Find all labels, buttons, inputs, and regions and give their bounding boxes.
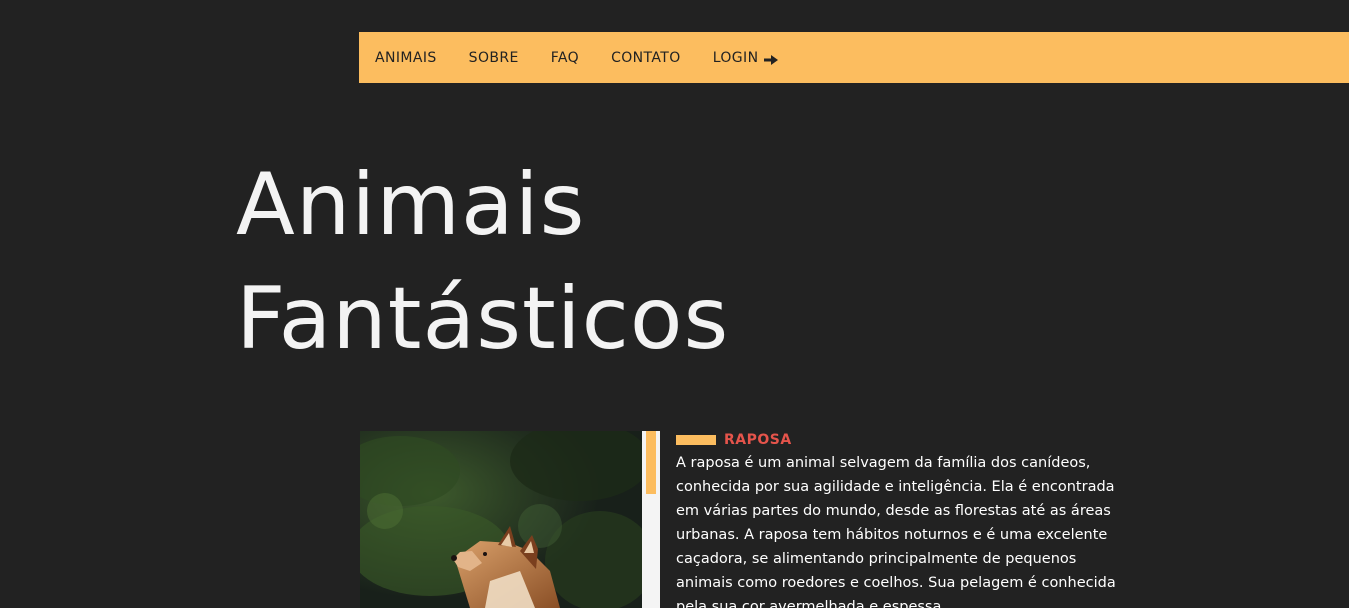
menu-item-contato[interactable]: CONTATO bbox=[611, 50, 681, 66]
fox-image[interactable] bbox=[360, 431, 642, 608]
description-scrollbar[interactable] bbox=[642, 431, 660, 608]
menu-item-faq[interactable]: FAQ bbox=[551, 50, 579, 66]
animal-heading: RAPOSA bbox=[676, 431, 1116, 449]
menu-item-label: FAQ bbox=[550, 49, 580, 66]
animal-name: RAPOSA bbox=[724, 432, 792, 448]
scrollbar-thumb[interactable] bbox=[646, 431, 656, 494]
main-menu: ANIMAIS SOBRE FAQ CONTATO LOGIN bbox=[359, 32, 1349, 83]
page: ANIMAIS SOBRE FAQ CONTATO LOGIN Animais … bbox=[0, 0, 1349, 608]
menu-item-label: ANIMAIS bbox=[375, 49, 437, 66]
page-title-line-2: Fantásticos bbox=[236, 269, 730, 369]
menu-item-sobre[interactable]: SOBRE bbox=[469, 50, 519, 66]
heading-accent-bar bbox=[676, 435, 716, 445]
menu-item-animais[interactable]: ANIMAIS bbox=[375, 50, 437, 66]
arrow-right-icon bbox=[764, 53, 779, 65]
animal-description-text: A raposa é um animal selvagem da família… bbox=[676, 455, 1116, 608]
menu-item-label: CONTATO bbox=[611, 49, 681, 66]
menu-item-login[interactable]: LOGIN bbox=[713, 50, 779, 66]
menu-item-label: LOGIN bbox=[712, 49, 759, 66]
menu-item-label: SOBRE bbox=[468, 49, 519, 66]
animal-description: RAPOSA A raposa é um animal selvagem da … bbox=[676, 431, 1116, 608]
page-title-line-1: Animais bbox=[236, 155, 586, 255]
page-title: Animais Fantásticos bbox=[236, 148, 729, 376]
